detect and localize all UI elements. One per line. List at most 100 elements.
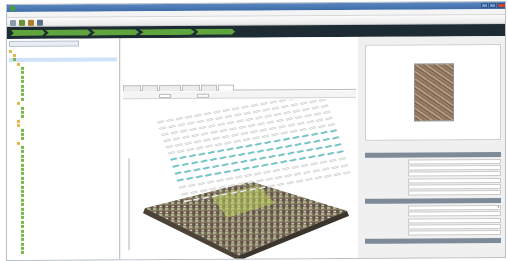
3d-scene <box>128 98 351 261</box>
section-header[interactable] <box>365 198 501 204</box>
camera-select[interactable] <box>197 93 209 98</box>
folder-icon <box>17 141 20 145</box>
item-icon <box>21 185 24 189</box>
camera-marker <box>324 174 332 178</box>
property-value[interactable] <box>408 158 501 165</box>
tab-photos[interactable] <box>142 85 158 92</box>
maximize-button[interactable] <box>489 3 496 9</box>
camera-marker <box>232 168 241 172</box>
camera-marker <box>245 144 253 148</box>
item-icon <box>21 167 24 171</box>
tab-tie-points[interactable] <box>182 84 200 91</box>
item-icon <box>21 145 24 150</box>
new-project-icon[interactable] <box>10 19 16 26</box>
tab-3d-view[interactable] <box>218 84 234 91</box>
item-icon <box>21 71 24 75</box>
camera-marker <box>213 110 221 114</box>
camera-marker <box>338 157 347 161</box>
workflow-step-create[interactable] <box>45 29 91 35</box>
camera-marker <box>236 119 244 123</box>
property-value[interactable] <box>408 183 501 190</box>
3d-viewport[interactable] <box>123 98 356 261</box>
settings-icon[interactable] <box>37 19 43 26</box>
camera-marker <box>313 112 322 116</box>
camera-marker <box>272 168 281 173</box>
property-value[interactable] <box>408 211 501 217</box>
camera-marker <box>286 181 295 185</box>
camera-marker <box>242 166 250 171</box>
close-button[interactable] <box>497 2 506 9</box>
property-value[interactable] <box>408 217 501 224</box>
camera-marker <box>309 99 317 104</box>
property-sections <box>359 36 506 244</box>
camera-marker <box>221 163 229 167</box>
camera-marker <box>223 170 232 174</box>
open-icon[interactable] <box>19 19 25 26</box>
camera-marker <box>217 122 226 127</box>
camera-marker <box>320 130 328 135</box>
camera-marker <box>283 111 291 115</box>
property-value[interactable] <box>408 223 501 230</box>
camera-marker <box>273 139 281 143</box>
camera-marker <box>303 170 311 175</box>
camera-marker <box>268 154 276 159</box>
camera-marker <box>321 167 330 171</box>
camera-marker <box>210 130 218 134</box>
property-value[interactable] <box>408 165 501 171</box>
item-icon <box>21 181 24 185</box>
camera-marker <box>189 127 197 132</box>
camera-marker <box>230 161 239 165</box>
camera-marker <box>208 124 216 128</box>
workflow-step-aerotriangulation[interactable] <box>91 29 139 35</box>
property-field <box>365 217 501 224</box>
camera-marker <box>273 112 282 117</box>
show-photos-select[interactable] <box>159 93 171 98</box>
folder-icon <box>17 62 20 66</box>
camera-marker <box>250 103 259 108</box>
tree-item[interactable] <box>9 250 117 255</box>
camera-marker <box>271 106 280 110</box>
camera-marker <box>172 164 180 168</box>
tab-control-points[interactable] <box>159 84 181 92</box>
property-select[interactable] <box>408 205 501 211</box>
project-tree <box>9 48 117 259</box>
tab-general[interactable] <box>123 85 141 92</box>
item-icon <box>21 154 24 158</box>
project-tab[interactable] <box>9 40 79 47</box>
section-header[interactable] <box>365 238 501 244</box>
workflow-step-project[interactable] <box>11 30 45 36</box>
workflow-step-reconstruction[interactable] <box>139 29 195 35</box>
property-field <box>365 158 501 165</box>
property-value[interactable] <box>408 177 501 184</box>
camera-marker <box>203 112 212 116</box>
camera-marker <box>161 132 169 136</box>
property-value[interactable] <box>408 229 501 236</box>
workflow-step-production[interactable] <box>195 29 235 35</box>
camera-marker <box>234 113 242 117</box>
item-icon <box>21 150 24 154</box>
property-value[interactable] <box>408 189 501 196</box>
camera-marker <box>299 101 308 105</box>
camera-marker <box>177 149 185 153</box>
camera-marker <box>300 163 309 168</box>
item-icon <box>21 203 24 207</box>
item-icon <box>21 75 24 79</box>
camera-marker <box>280 131 289 135</box>
camera-marker <box>167 151 176 155</box>
camera-marker <box>287 123 296 127</box>
property-value[interactable] <box>408 171 501 177</box>
camera-marker <box>301 134 310 138</box>
camera-marker <box>209 187 217 191</box>
tab-additional-data[interactable] <box>201 84 217 91</box>
camera-marker <box>255 116 263 120</box>
camera-marker <box>294 142 302 147</box>
photo-thumbnail[interactable] <box>414 63 454 122</box>
camera-marker <box>199 189 208 193</box>
camera-marker <box>198 126 207 130</box>
property-field <box>365 171 501 177</box>
save-icon[interactable] <box>28 19 34 26</box>
camera-marker <box>275 146 284 150</box>
minimize-button[interactable] <box>481 3 488 9</box>
camera-marker <box>317 153 326 157</box>
section-header[interactable] <box>365 151 501 158</box>
